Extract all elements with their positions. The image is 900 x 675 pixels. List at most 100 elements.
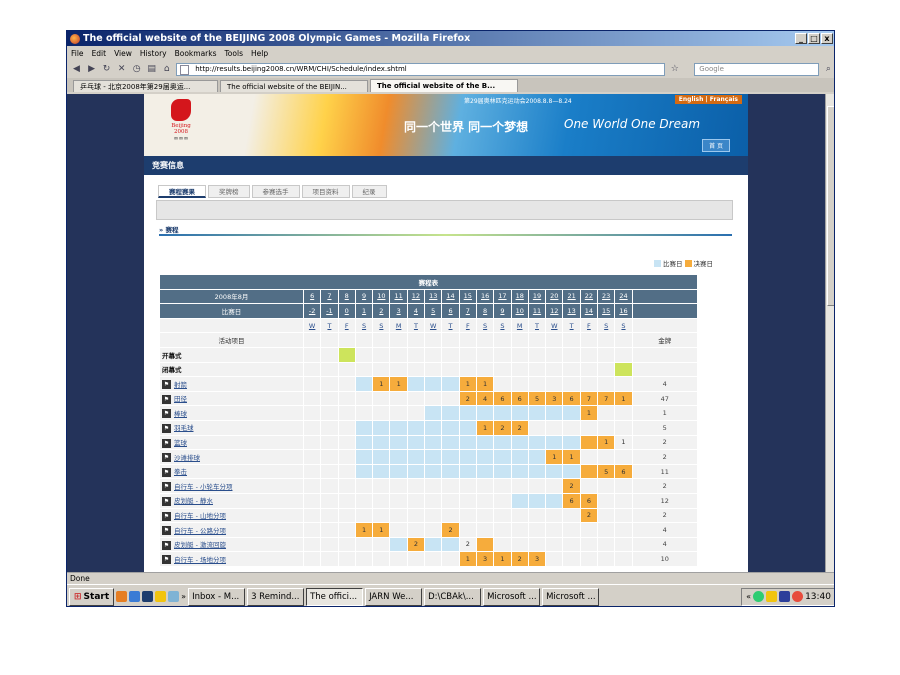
final-day-cell[interactable]: 1 [597, 434, 616, 451]
tray-app-icon[interactable] [766, 591, 778, 602]
reload-icon[interactable]: ↻ [101, 63, 112, 75]
competition-day-cell[interactable] [527, 405, 547, 421]
date-link[interactable]: 21 [562, 288, 581, 305]
page-tab[interactable]: 纪录 [351, 185, 387, 198]
language-switch[interactable]: English | Français [674, 95, 742, 104]
date-link[interactable]: 13 [424, 288, 443, 305]
competition-day-cell[interactable] [510, 492, 529, 509]
weekday-cell[interactable]: S [597, 317, 616, 334]
competition-day-cell[interactable] [527, 434, 547, 451]
weekday-cell[interactable]: S [614, 317, 633, 334]
menu-tools[interactable]: Tools [225, 49, 243, 58]
final-day-cell[interactable]: 1 [545, 449, 564, 465]
final-day-cell[interactable]: 6 [562, 390, 581, 407]
competition-day-cell[interactable] [389, 434, 408, 451]
ceremony-cell[interactable] [614, 361, 633, 378]
competition-day-cell[interactable] [475, 434, 495, 451]
final-day-cell[interactable]: 1 [562, 449, 581, 465]
day-number-link[interactable]: 5 [424, 303, 443, 319]
competition-day-cell[interactable] [441, 536, 460, 553]
day-number-link[interactable]: 13 [562, 303, 581, 319]
day-number-link[interactable]: 10 [510, 303, 529, 319]
competition-day-cell[interactable] [562, 463, 581, 480]
competition-day-cell[interactable] [372, 419, 391, 436]
page-tab[interactable]: 项目资料 [301, 185, 350, 198]
forward-icon[interactable]: ▶ [86, 63, 97, 75]
final-day-cell[interactable]: 1 [389, 376, 408, 392]
competition-day-cell[interactable] [562, 405, 581, 421]
day-number-link[interactable]: 0 [337, 303, 356, 319]
final-day-cell[interactable]: 4 [475, 390, 495, 407]
menu-file[interactable]: File [71, 49, 84, 58]
event-name[interactable]: ⚑ 自行车 - 山地分项 [159, 507, 304, 524]
weekday-cell[interactable]: F [337, 317, 356, 334]
date-link[interactable]: 11 [389, 288, 408, 305]
competition-day-cell[interactable] [406, 463, 426, 480]
weekday-cell[interactable]: T [406, 317, 426, 334]
expand-chevron-icon[interactable]: » [181, 592, 186, 601]
day-number-link[interactable]: -1 [320, 303, 339, 319]
date-link[interactable]: 10 [372, 288, 391, 305]
event-name[interactable]: ⚑ 自行车 - 场地分项 [159, 551, 304, 567]
taskbar-task[interactable]: Microsoft ... [483, 587, 541, 606]
final-day-cell[interactable]: 1 [475, 419, 495, 436]
final-day-cell[interactable]: 1 [475, 376, 495, 392]
history-icon[interactable]: ◷ [131, 63, 142, 75]
competition-day-cell[interactable] [441, 449, 460, 465]
home-button[interactable]: 首 页 [702, 139, 730, 152]
competition-day-cell[interactable] [458, 463, 477, 480]
competition-day-cell[interactable] [510, 449, 529, 465]
final-day-cell[interactable]: 2 [406, 536, 426, 553]
competition-day-cell[interactable] [458, 449, 477, 465]
event-name[interactable]: ⚑ 自行车 - 公路分项 [159, 522, 304, 538]
competition-day-cell[interactable] [545, 463, 564, 480]
event-name[interactable]: ⚑ 羽毛球 [159, 419, 304, 436]
competition-day-cell[interactable] [441, 463, 460, 480]
competition-day-cell[interactable] [475, 405, 495, 421]
day-number-link[interactable]: 3 [389, 303, 408, 319]
url-bar[interactable]: http://results.beijing2008.cn/WRM/CHI/Sc… [176, 62, 666, 76]
media-icon[interactable] [779, 591, 791, 602]
final-day-cell[interactable]: 2 [562, 478, 581, 494]
star-icon[interactable]: ☆ [669, 63, 680, 75]
weekday-cell[interactable]: S [354, 317, 374, 334]
competition-day-cell[interactable] [527, 492, 547, 509]
event-name[interactable]: ⚑ 棒球 [159, 405, 304, 421]
taskbar-task[interactable]: D:\CBAk\... [424, 587, 482, 606]
day-number-link[interactable]: 12 [545, 303, 564, 319]
competition-day-cell[interactable] [354, 419, 374, 436]
final-day-cell[interactable]: 1 [493, 551, 512, 567]
final-day-cell[interactable]: 6 [614, 463, 633, 480]
date-link[interactable]: 12 [406, 288, 426, 305]
event-name[interactable]: ⚑ 沙滩排球 [159, 449, 304, 465]
outlook-quicklaunch-icon[interactable] [155, 591, 167, 602]
browser-tab[interactable]: 乒乓球 - 北京2008年第29届奥运... [73, 80, 218, 92]
competition-day-cell[interactable] [441, 376, 460, 392]
final-day-cell[interactable] [579, 463, 599, 480]
tray-chevron-icon[interactable]: « [746, 592, 751, 601]
event-name[interactable]: ⚑ 射箭 [159, 376, 304, 392]
day-number-link[interactable]: 4 [406, 303, 426, 319]
event-name[interactable]: ⚑ 皮划艇 - 激流回旋 [159, 536, 304, 553]
taskbar-task[interactable]: Microsoft ... [542, 587, 600, 606]
competition-day-cell[interactable] [354, 449, 374, 465]
competition-day-cell[interactable] [527, 463, 547, 480]
explorer-quicklaunch-icon[interactable] [168, 591, 180, 602]
competition-day-cell[interactable] [475, 463, 495, 480]
day-number-link[interactable]: 7 [458, 303, 477, 319]
day-number-link[interactable]: 2 [372, 303, 391, 319]
competition-day-cell[interactable] [527, 449, 547, 465]
desktop-quicklaunch-icon[interactable] [142, 591, 154, 602]
competition-day-cell[interactable] [510, 463, 529, 480]
competition-day-cell[interactable] [493, 434, 512, 451]
taskbar-task[interactable]: 3 Remind... [247, 587, 305, 606]
day-number-link[interactable]: 16 [614, 303, 633, 319]
competition-day-cell[interactable] [545, 405, 564, 421]
weekday-cell[interactable]: S [475, 317, 495, 334]
final-day-cell[interactable]: 3 [545, 390, 564, 407]
stop-icon[interactable]: ✕ [116, 63, 127, 75]
weekday-cell[interactable]: T [562, 317, 581, 334]
menu-history[interactable]: History [140, 49, 167, 58]
ceremony-cell[interactable] [337, 346, 356, 363]
competition-day-cell[interactable] [510, 405, 529, 421]
